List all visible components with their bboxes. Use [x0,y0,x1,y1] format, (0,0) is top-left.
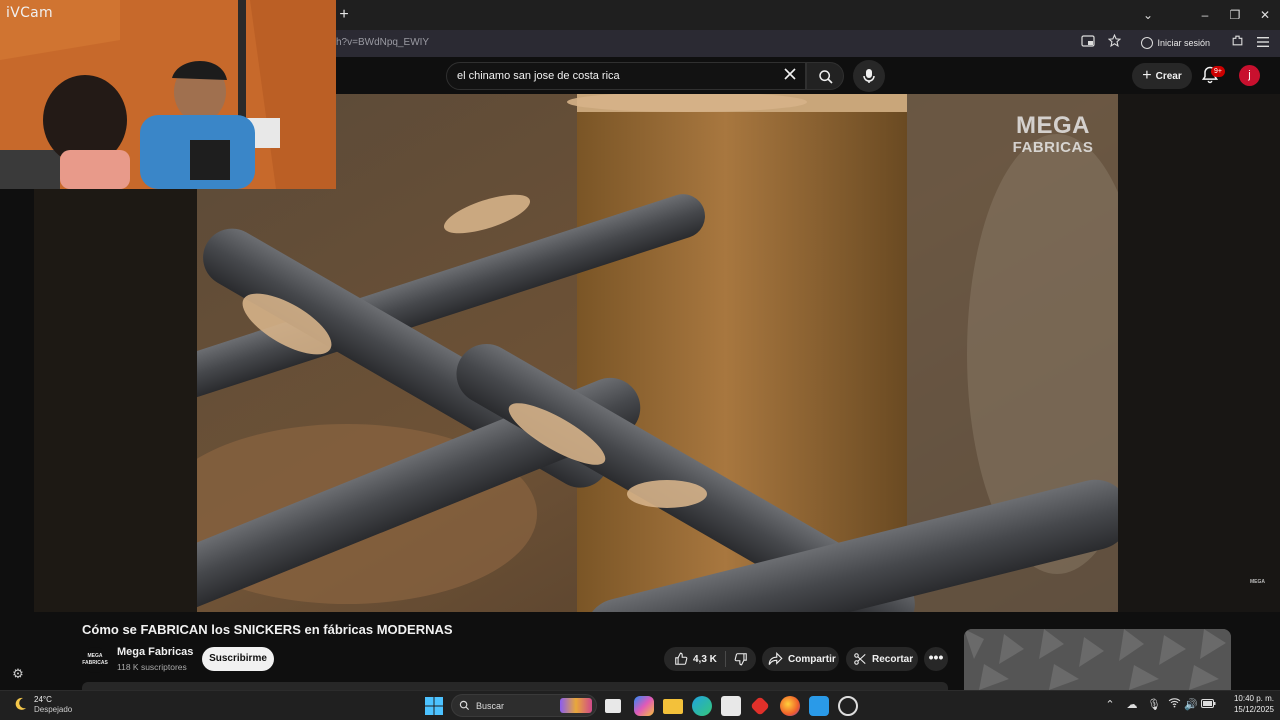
picture-in-picture-icon[interactable] [1079,34,1097,52]
account-icon [1141,37,1154,49]
copilot-icon[interactable] [634,696,654,716]
description-box[interactable] [82,682,948,690]
firefox-icon[interactable] [780,696,800,716]
notification-badge: 9+ [1211,66,1225,77]
voice-search-button[interactable] [853,60,885,92]
subscriber-count: 118 K suscriptores [117,662,187,672]
signin-button[interactable]: Iniciar sesión [1135,34,1216,52]
url-text[interactable]: h?v=BWdNpq_EWIY [336,37,429,48]
microphone-icon [863,69,875,83]
weather-temperature: 24°C [34,695,52,704]
clip-button[interactable]: Recortar [846,647,918,671]
edge-browser-icon[interactable] [692,696,712,716]
watermark-line1: MEGA [1016,112,1090,139]
tab-list-chevron-icon[interactable]: ⌄ [1140,6,1156,24]
thumbs-down-icon [734,653,747,666]
tray-microphone-icon[interactable]: 🎙 [1146,697,1162,713]
share-button[interactable]: Compartir [762,647,839,671]
channel-watermark: MEGA FABRICAS [1000,112,1106,156]
taskbar-clock-date[interactable]: 15/12/2025 [1222,705,1274,714]
channel-name[interactable]: Mega Fabricas [117,646,193,658]
thumbs-up-icon [675,652,688,665]
create-button[interactable]: + Crear [1132,63,1192,89]
clear-search-icon[interactable] [781,67,799,85]
wifi-icon[interactable] [1166,697,1182,713]
search-input[interactable]: el chinamo san jose de costa rica [446,62,806,90]
share-label: Compartir [788,653,836,665]
webcam-feed-image [0,0,336,189]
scissors-icon [854,653,866,665]
plus-icon: + [1142,67,1152,84]
channel-logo[interactable]: MEGA FABRICAS [82,647,108,673]
windows-start-icon[interactable] [424,696,444,716]
windows-taskbar: 24°C Despejado Buscar ⌃ ☁ 🎙 🔊 10:40 p. m… [0,690,1280,720]
like-dislike-group: 4,3 K [664,647,756,671]
like-count: 4,3 K [693,653,717,665]
user-avatar[interactable]: j [1239,65,1260,86]
taskbar-search-label: Buscar [476,701,505,711]
url-bar-icons: Iniciar sesión [1079,33,1272,52]
signin-label: Iniciar sesión [1157,38,1210,48]
more-actions-button[interactable]: ••• [924,647,948,671]
video-title: Cómo se FABRICAN los SNICKERS en fábrica… [82,622,453,637]
minimize-button[interactable]: – [1190,0,1220,30]
volume-icon[interactable]: 🔊 [1183,697,1199,713]
subscribe-button[interactable]: Suscribirme [202,647,274,671]
chrome-app-icon[interactable] [838,696,858,716]
search-button[interactable] [806,62,844,90]
corner-watermark: MEGA [1250,579,1265,585]
onedrive-cloud-icon[interactable]: ☁ [1124,697,1140,713]
watermark-line2: FABRICAS [1012,139,1094,156]
dislike-button[interactable] [726,647,756,671]
red-app-icon[interactable] [750,696,770,716]
webcam-label: iVCam [6,5,53,21]
settings-gear-icon[interactable]: ⚙ [10,666,26,682]
battery-icon[interactable] [1200,697,1216,713]
related-video-thumbnail [964,629,1231,690]
extensions-icon[interactable] [1228,34,1246,52]
taskbar-search[interactable]: Buscar [451,694,597,717]
ivcam-app-icon[interactable] [809,696,829,716]
bookmark-star-icon[interactable] [1105,33,1123,52]
search-query-text: el chinamo san jose de costa rica [457,70,620,82]
create-label: Crear [1155,70,1182,82]
menu-icon[interactable] [1254,34,1272,52]
microsoft-store-icon[interactable] [721,696,741,716]
related-video-card[interactable] [964,629,1231,690]
tray-overflow-chevron-icon[interactable]: ⌃ [1102,697,1118,713]
weather-condition: Despejado [34,705,73,714]
moon-weather-icon[interactable] [12,696,28,712]
right-rail [1118,94,1280,612]
share-arrow-icon [768,652,783,665]
search-icon [819,70,833,84]
search-icon [459,700,470,711]
restore-button[interactable]: ❐ [1220,0,1250,30]
webcam-overlay: iVCam [0,0,336,189]
new-tab-button[interactable]: + [336,6,352,24]
like-button[interactable]: 4,3 K [664,651,726,667]
clip-label: Recortar [872,653,914,665]
task-view-icon[interactable] [605,699,621,713]
taskbar-clock-time[interactable]: 10:40 p. m. [1222,694,1274,703]
search-highlight-image [560,698,592,713]
file-explorer-icon[interactable] [663,699,683,714]
window-controls: – ❐ ✕ [1190,0,1280,30]
close-window-button[interactable]: ✕ [1250,0,1280,30]
